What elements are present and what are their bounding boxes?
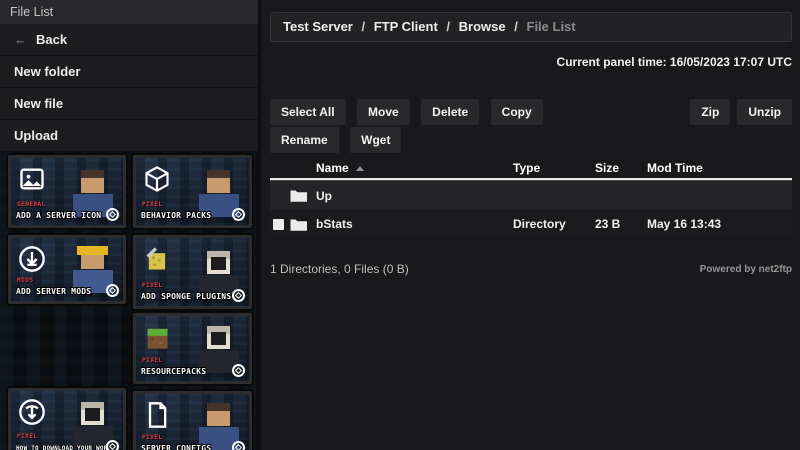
file-name-bstats[interactable]: bStats bbox=[316, 217, 513, 231]
video-thumbnail[interactable]: GENERAL ADD A SERVER ICON bbox=[8, 155, 126, 228]
sidebar-title: File List bbox=[0, 0, 258, 24]
breadcrumb-separator: / bbox=[514, 19, 518, 34]
back-label: Back bbox=[36, 32, 68, 47]
file-icon bbox=[143, 401, 171, 429]
breadcrumb-separator: / bbox=[446, 19, 451, 34]
video-title: ADD SERVER MODS bbox=[16, 287, 92, 296]
video-thumbnail[interactable]: PIXEL RESOURCEPACKS bbox=[133, 313, 252, 384]
grass-block-icon bbox=[143, 323, 171, 351]
delete-button[interactable]: Delete bbox=[421, 99, 480, 125]
video-category: GENERAL bbox=[17, 201, 46, 208]
file-name-up[interactable]: Up bbox=[316, 189, 513, 203]
sidebar-item-upload[interactable]: Upload bbox=[0, 120, 258, 152]
breadcrumb-file-list: File List bbox=[526, 19, 576, 34]
zip-button[interactable]: Zip bbox=[690, 99, 731, 125]
breadcrumb-ftp-client[interactable]: FTP Client bbox=[374, 19, 438, 34]
select-all-button[interactable]: Select All bbox=[270, 99, 346, 125]
video-title: ADD SPONGE PLUGINS bbox=[141, 292, 232, 301]
sidebar-item-new-folder[interactable]: New folder bbox=[0, 56, 258, 88]
image-icon bbox=[18, 165, 46, 193]
sort-ascending-icon bbox=[355, 165, 364, 171]
video-title: BEHAVIOR PACKS bbox=[141, 211, 212, 220]
table-header-row: Name Type Size Mod Time bbox=[270, 157, 792, 178]
sidebar-item-new-file[interactable]: New file bbox=[0, 88, 258, 120]
video-thumbnail[interactable]: PIXEL BEHAVIOR PACKS bbox=[133, 155, 252, 228]
video-category: PIXEL bbox=[17, 433, 38, 440]
status-bar: 1 Directories, 0 Files (0 B) Powered by … bbox=[270, 262, 792, 276]
cube-icon bbox=[143, 165, 171, 193]
toolbar-row-2: Rename Wget bbox=[270, 127, 792, 153]
video-title: RESOURCEPACKS bbox=[141, 367, 207, 376]
file-table: Name Type Size Mod Time Up bStats Direct… bbox=[270, 157, 792, 238]
column-header-modtime[interactable]: Mod Time bbox=[647, 161, 792, 175]
wget-button[interactable]: Wget bbox=[350, 127, 402, 153]
panel-time-label: Current panel time: bbox=[556, 55, 667, 69]
brand-logo-icon bbox=[106, 208, 119, 221]
file-size: 23 B bbox=[595, 217, 621, 231]
video-title: HOW TO DOWNLOAD YOUR WORLD bbox=[16, 445, 108, 450]
video-thumbnail[interactable]: PIXEL ADD SPONGE PLUGINS bbox=[133, 235, 252, 309]
video-thumbnail[interactable]: PIXEL SERVER CONFIGS bbox=[133, 391, 252, 450]
download-icon bbox=[18, 245, 46, 273]
panel-time: Current panel time: 16/05/2023 17:07 UTC bbox=[557, 55, 792, 69]
video-category: PIXEL bbox=[142, 357, 163, 364]
column-header-name[interactable]: Name bbox=[316, 161, 513, 175]
directory-summary: 1 Directories, 0 Files (0 B) bbox=[270, 262, 409, 276]
video-thumbnail[interactable]: PIXEL HOW TO DOWNLOAD YOUR WORLD bbox=[8, 388, 126, 450]
brand-logo-icon bbox=[232, 208, 245, 221]
row-checkbox[interactable] bbox=[273, 218, 284, 230]
move-button[interactable]: Move bbox=[357, 99, 410, 125]
breadcrumb-browse[interactable]: Browse bbox=[459, 19, 506, 34]
table-row-bstats: bStats Directory 23 B May 16 13:43 bbox=[270, 210, 792, 238]
folder-icon bbox=[290, 218, 316, 231]
unzip-button[interactable]: Unzip bbox=[737, 99, 792, 125]
sponge-icon bbox=[143, 245, 171, 273]
brand-logo-icon bbox=[106, 440, 119, 450]
sidebar-item-back[interactable]: ← Back bbox=[0, 24, 258, 56]
brand-logo-icon bbox=[232, 441, 245, 450]
breadcrumb: Test Server / FTP Client / Browse / File… bbox=[270, 12, 792, 42]
sidebar: File List ← Back New folder New file Uplo… bbox=[0, 0, 258, 450]
video-category: PIXEL bbox=[142, 201, 163, 208]
main-panel: Test Server / FTP Client / Browse / File… bbox=[261, 0, 800, 450]
video-title: ADD A SERVER ICON bbox=[16, 211, 102, 220]
arrow-left-icon: ← bbox=[14, 32, 27, 47]
brand-logo-icon bbox=[232, 289, 245, 302]
video-title: SERVER CONFIGS bbox=[141, 444, 212, 450]
video-thumbnail[interactable]: MODS ADD SERVER MODS bbox=[8, 235, 126, 304]
panel-time-value: 16/05/2023 17:07 UTC bbox=[669, 55, 792, 69]
breadcrumb-test-server[interactable]: Test Server bbox=[283, 19, 353, 34]
video-category: PIXEL bbox=[142, 434, 163, 441]
folder-icon bbox=[290, 189, 316, 202]
video-category: PIXEL bbox=[142, 282, 163, 289]
toolbar-row-1: Select All Move Delete Copy Unzip Zip bbox=[270, 99, 792, 125]
table-row-up: Up bbox=[270, 181, 792, 210]
new-folder-label: New folder bbox=[14, 64, 81, 79]
column-header-size[interactable]: Size bbox=[595, 161, 647, 175]
powered-by: Powered by net2ftp bbox=[699, 264, 792, 275]
upload-label: Upload bbox=[14, 128, 59, 143]
file-type: Directory bbox=[513, 217, 566, 231]
circle-arrow-icon bbox=[18, 398, 46, 426]
brand-logo-icon bbox=[232, 364, 245, 377]
breadcrumb-separator: / bbox=[361, 19, 366, 34]
copy-button[interactable]: Copy bbox=[490, 99, 543, 125]
video-category: MODS bbox=[17, 277, 34, 284]
file-modtime: May 16 13:43 bbox=[647, 217, 722, 231]
rename-button[interactable]: Rename bbox=[270, 127, 339, 153]
new-file-label: New file bbox=[14, 96, 64, 111]
brand-logo-icon bbox=[106, 284, 119, 297]
column-header-type[interactable]: Type bbox=[513, 161, 595, 175]
